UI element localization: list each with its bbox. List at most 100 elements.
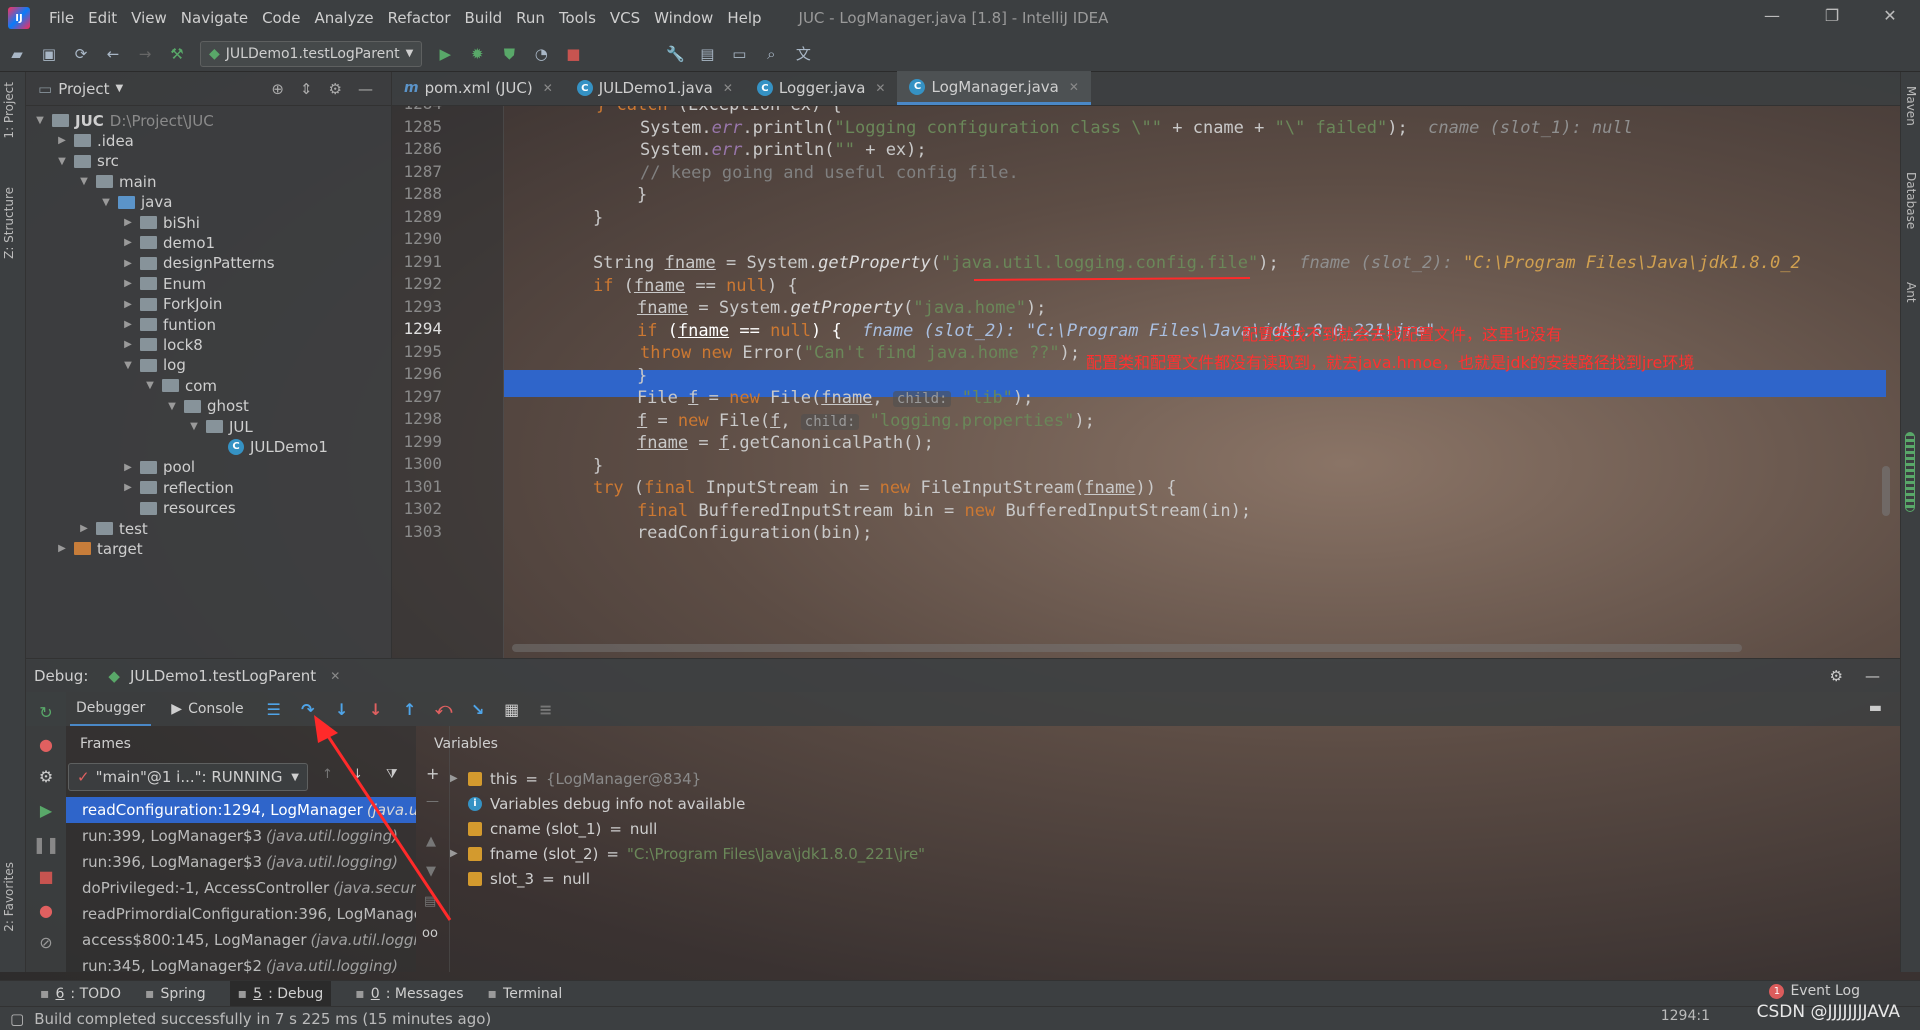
menu-code[interactable]: Code [255,9,307,27]
close-icon[interactable]: ✕ [723,81,733,95]
chevron-right-icon[interactable]: ▶ [122,319,134,330]
chevron-right-icon[interactable]: ▶ [78,523,90,534]
open-folder-icon[interactable]: ▰ [8,45,26,63]
tab-favorites[interactable]: 2: Favorites [2,862,16,932]
search-icon[interactable]: ⌕ [762,45,780,63]
run-to-cursor-icon[interactable]: ↘ [468,699,488,719]
debug-icon[interactable]: ✹ [468,45,486,63]
tab-maven[interactable]: Maven [1904,86,1918,126]
tab-juldemo1[interactable]: C JULDemo1.java ✕ [565,71,745,105]
variable-row[interactable]: ▶ this = {LogManager@834} [450,766,701,791]
stop-icon[interactable]: ■ [34,864,58,888]
chevron-right-icon[interactable]: ▶ [450,848,460,859]
menu-window[interactable]: Window [647,9,720,27]
menu-edit[interactable]: Edit [81,9,124,27]
close-window-button[interactable]: ✕ [1870,6,1910,25]
chevron-down-icon[interactable]: ▼ [166,401,178,412]
collapse-all-icon[interactable]: ⇕ [300,80,313,98]
restore-button[interactable]: ❐ [1812,6,1852,25]
drop-frame-icon[interactable]: ⤺ [434,699,454,719]
tree-item[interactable]: ▶ target [56,536,142,561]
close-icon[interactable]: ✕ [875,81,885,95]
forward-arrow-icon[interactable]: → [136,45,154,63]
tab-ant[interactable]: Ant [1904,282,1918,303]
frame-row[interactable]: run:396, LogManager$3 (java.util.logging) [66,849,416,875]
tool-window-button[interactable]: ▪ 5: Debug [229,980,332,1007]
frame-row[interactable]: run:345, LogManager$2 (java.util.logging) [66,953,416,979]
mute-breakpoints-icon[interactable]: ⊘ [34,930,58,954]
tab-debugger[interactable]: Debugger [70,692,152,726]
tree-item[interactable]: C JULDemo1 [210,434,328,459]
resume-icon[interactable]: ▶ [34,798,58,822]
close-icon[interactable]: ✕ [543,81,553,95]
chevron-right-icon[interactable]: ▶ [122,217,134,228]
build-hammer-icon[interactable]: ⚒ [168,45,186,63]
menu-view[interactable]: View [124,9,174,27]
step-into-icon[interactable]: ↓ [332,699,352,719]
menu-analyze[interactable]: Analyze [307,9,380,27]
show-execution-point-icon[interactable]: ☰ [264,699,284,719]
settings-icon[interactable]: ⚙ [34,764,58,788]
frame-down-icon[interactable]: ↓ [352,767,363,782]
frame-row[interactable]: doPrivileged:-1, AccessController (java.s… [66,875,416,901]
close-icon[interactable]: ✕ [1069,80,1079,94]
tab-logger[interactable]: C Logger.java ✕ [745,71,898,105]
vertical-scrollbar[interactable] [1882,466,1890,516]
chevron-right-icon[interactable]: ▶ [122,258,134,269]
restore-layout-icon[interactable]: ▬ [1869,700,1882,716]
chevron-right-icon[interactable]: ▶ [56,543,68,554]
trace-icon[interactable]: ≡ [536,699,556,719]
frame-up-icon[interactable]: ↑ [322,767,333,782]
chevron-right-icon[interactable]: ▶ [122,339,134,350]
tab-console[interactable]: ▶ Console [165,701,249,717]
tab-logmanager[interactable]: C LogManager.java ✕ [897,71,1091,105]
variable-row[interactable]: cname (slot_1) = null [450,816,657,841]
code-editor[interactable]: 1284 1285 1286 1287 1288 1289 1290 1291 1292 1293… [392,106,1900,658]
run-configuration-select[interactable]: ◆ JULDemo1.testLogParent ▼ [200,40,423,67]
settings-wrench-icon[interactable]: 🔧 [666,45,685,63]
chevron-right-icon[interactable]: ▶ [122,299,134,310]
chevron-right-icon[interactable]: ▶ [122,278,134,289]
tool-window-button[interactable]: ▪ Terminal [488,986,563,1002]
thread-select[interactable]: ✓ "main"@1 i...": RUNNING ▼ [68,763,308,791]
frame-row[interactable]: access$800:145, LogManager (java.util.log… [66,927,416,953]
pause-icon[interactable]: ❚❚ [33,832,60,856]
chevron-down-icon[interactable]: ▼ [188,421,200,432]
close-icon[interactable]: ✕ [330,669,340,683]
chevron-down-icon[interactable]: ▼ [78,176,90,187]
locate-icon[interactable]: ⊕ [271,80,284,98]
minimize-button[interactable]: — [1752,6,1792,25]
remove-watch-icon[interactable]: — [426,794,439,809]
run-icon[interactable]: ▶ [436,45,454,63]
chevron-down-icon[interactable]: ▼ [144,380,156,391]
tool-window-button[interactable]: ▪ Spring [145,986,206,1002]
back-arrow-icon[interactable]: ← [104,45,122,63]
variable-row[interactable]: slot_3 = null [450,866,590,891]
view-breakpoints-icon[interactable]: ● [34,898,58,922]
chevron-down-icon[interactable]: ▼ [34,115,46,126]
menu-run[interactable]: Run [509,9,552,27]
tab-pom-xml[interactable]: m pom.xml (JUC) ✕ [392,71,565,105]
caret-position[interactable]: 1294:1 [1661,1008,1710,1024]
menu-file[interactable]: File [42,9,81,27]
horizontal-scrollbar[interactable] [512,644,1742,652]
tab-structure[interactable]: Z: Structure [2,187,16,259]
filter-icon[interactable]: ⧩ [386,767,398,782]
rerun-icon[interactable]: ↻ [34,700,58,724]
frame-row[interactable]: readPrimordialConfiguration:396, LogMana… [66,901,416,927]
variable-row[interactable]: ▶ fname (slot_2) = "C:\Program Files\Java\j… [450,841,925,866]
event-log-button[interactable]: 1 Event Log [1769,983,1860,999]
chevron-down-icon[interactable]: ▼ [122,360,134,371]
profile-icon[interactable]: ◔ [532,45,550,63]
project-panel-header[interactable]: ▭ Project ▼ ⊕ ⇕ ⚙ — [26,72,391,106]
menu-vcs[interactable]: VCS [603,9,647,27]
move-up-icon[interactable]: ▲ [426,834,436,849]
step-over-icon[interactable]: ↷ [298,699,318,719]
sync-icon[interactable]: ⟳ [72,45,90,63]
menu-help[interactable]: Help [720,9,768,27]
chevron-down-icon[interactable]: ▼ [56,156,68,167]
save-all-icon[interactable]: ▣ [40,45,58,63]
stop-icon[interactable]: ■ [564,45,582,63]
gear-icon[interactable]: ⚙ [1830,667,1843,685]
hide-icon[interactable]: — [358,80,373,98]
